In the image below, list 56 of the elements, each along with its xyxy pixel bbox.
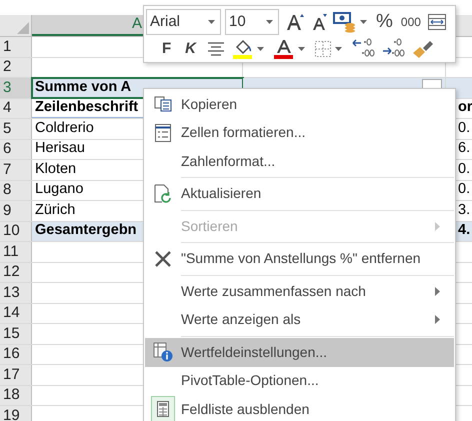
font-name-field[interactable]: Arial: [146, 9, 221, 35]
menu-item[interactable]: Wertfeldeinstellungen...: [145, 338, 454, 366]
field-settings-icon: [153, 342, 173, 362]
row-header[interactable]: 11: [0, 242, 32, 262]
table-cell-text: or: [457, 98, 472, 118]
italic-button[interactable]: K: [181, 37, 200, 61]
bold-button[interactable]: F: [158, 37, 176, 61]
menu-item[interactable]: "Summe von Anstellungs %" entfernen: [145, 244, 454, 273]
font-size-field[interactable]: 10: [225, 9, 279, 35]
row-header[interactable]: 9: [0, 201, 32, 220]
align-center-icon[interactable]: [206, 42, 226, 56]
thousands-separator-button[interactable]: 000: [398, 10, 423, 34]
format-painter-icon[interactable]: [411, 39, 436, 59]
table-cell-text: 3.: [457, 201, 472, 220]
row-header[interactable]: 3: [0, 78, 32, 98]
caret-icon[interactable]: [335, 47, 342, 51]
row-header[interactable]: 19: [0, 406, 32, 421]
table-cell-text: 0.: [457, 160, 472, 179]
currency-icon[interactable]: [333, 11, 357, 33]
refresh-icon: [154, 184, 172, 204]
font-color-icon[interactable]: [273, 38, 296, 60]
caret-icon[interactable]: [208, 20, 215, 24]
table-cell-text: 6.: [457, 140, 472, 158]
row-header[interactable]: 12: [0, 262, 32, 282]
borders-icon[interactable]: [314, 40, 332, 58]
column-width-icon[interactable]: [426, 12, 447, 32]
row-header[interactable]: 4: [0, 98, 32, 118]
caret-icon[interactable]: [266, 20, 273, 24]
row-header[interactable]: 5: [0, 119, 32, 138]
row-header[interactable]: 15: [0, 324, 32, 344]
row-header[interactable]: 13: [0, 283, 32, 302]
caret-icon[interactable]: [298, 47, 306, 51]
menu-item[interactable]: Feldliste ausblenden: [145, 395, 454, 421]
close-icon: [154, 250, 172, 268]
row-header[interactable]: 2: [0, 58, 32, 77]
caret-icon[interactable]: [360, 20, 367, 24]
caret-icon[interactable]: [257, 47, 264, 51]
copy-icon: [154, 96, 172, 112]
row-header[interactable]: 18: [0, 386, 32, 405]
table-cell-text: 0.: [457, 119, 472, 138]
percent-button[interactable]: %: [374, 10, 395, 34]
fill-color-icon[interactable]: [232, 38, 254, 60]
row-header[interactable]: 1: [0, 37, 32, 56]
table-cell-text: 0.: [457, 180, 472, 200]
increase-font-icon[interactable]: [285, 12, 305, 32]
row-header[interactable]: 10: [0, 222, 32, 241]
menu-item[interactable]: PivotTable-Optionen...: [145, 366, 454, 395]
menu-item[interactable]: Werte zusammenfassen nach: [145, 277, 454, 306]
row-header[interactable]: 7: [0, 160, 32, 180]
row-header[interactable]: 17: [0, 365, 32, 384]
row-header[interactable]: 6: [0, 140, 32, 159]
menu-item[interactable]: Werte anzeigen als: [145, 306, 454, 334]
row-header[interactable]: 16: [0, 344, 32, 364]
row-header[interactable]: 14: [0, 304, 32, 323]
format-cells-icon: [155, 124, 171, 142]
row-header[interactable]: 8: [0, 180, 32, 200]
